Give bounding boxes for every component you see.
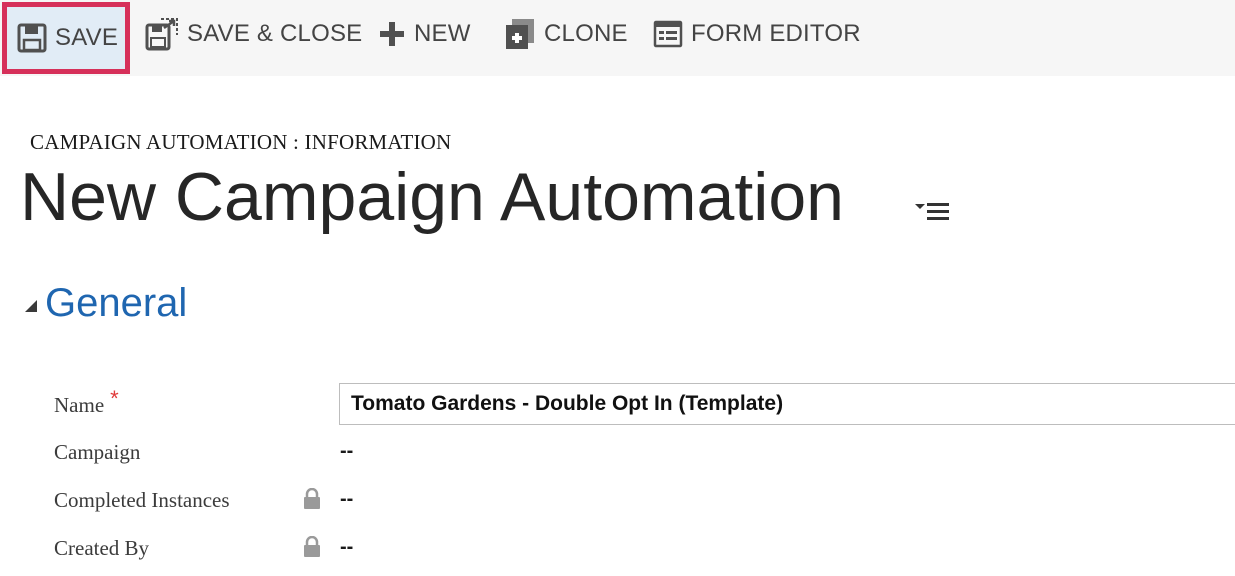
floppy-disk-icon: [17, 23, 47, 53]
command-bar: SAVE SAVE & CLOSE NEW CLONE FORM EDITOR: [0, 0, 1235, 76]
clone-icon: [504, 17, 536, 51]
clone-label: CLONE: [544, 20, 628, 47]
clone-button[interactable]: CLONE: [504, 0, 628, 68]
field-label-campaign: Campaign: [54, 440, 141, 464]
save-label: SAVE: [55, 24, 119, 51]
name-input[interactable]: [339, 383, 1235, 425]
form-editor-button[interactable]: FORM EDITOR: [653, 0, 861, 68]
field-label-completed-instances: Completed Instances: [54, 488, 230, 512]
new-button[interactable]: NEW: [378, 0, 471, 68]
campaign-value[interactable]: --: [340, 440, 353, 463]
save-close-icon: [145, 17, 179, 51]
section-title-general[interactable]: General: [45, 278, 187, 328]
form-editor-icon: [653, 20, 683, 48]
form-editor-label: FORM EDITOR: [691, 20, 861, 47]
completed-instances-value: --: [340, 488, 354, 510]
form-selector-menu-icon[interactable]: [913, 200, 951, 222]
save-and-close-button[interactable]: SAVE & CLOSE: [145, 0, 362, 68]
field-label-created-by: Created By: [54, 536, 150, 560]
collapse-triangle-icon[interactable]: [24, 299, 38, 313]
breadcrumb: CAMPAIGN AUTOMATION : INFORMATION: [30, 130, 452, 154]
created-by-value: --: [340, 536, 354, 558]
new-label: NEW: [414, 20, 471, 47]
required-marker: *: [110, 386, 119, 411]
plus-icon: [378, 20, 406, 48]
save-and-close-label: SAVE & CLOSE: [187, 20, 363, 47]
save-button[interactable]: SAVE: [2, 2, 130, 74]
lock-icon: [303, 487, 321, 510]
page-title: New Campaign Automation: [20, 159, 845, 235]
lock-icon: [303, 535, 321, 558]
field-label-name: Name *: [54, 386, 119, 418]
name-label-text: Name: [54, 393, 105, 417]
